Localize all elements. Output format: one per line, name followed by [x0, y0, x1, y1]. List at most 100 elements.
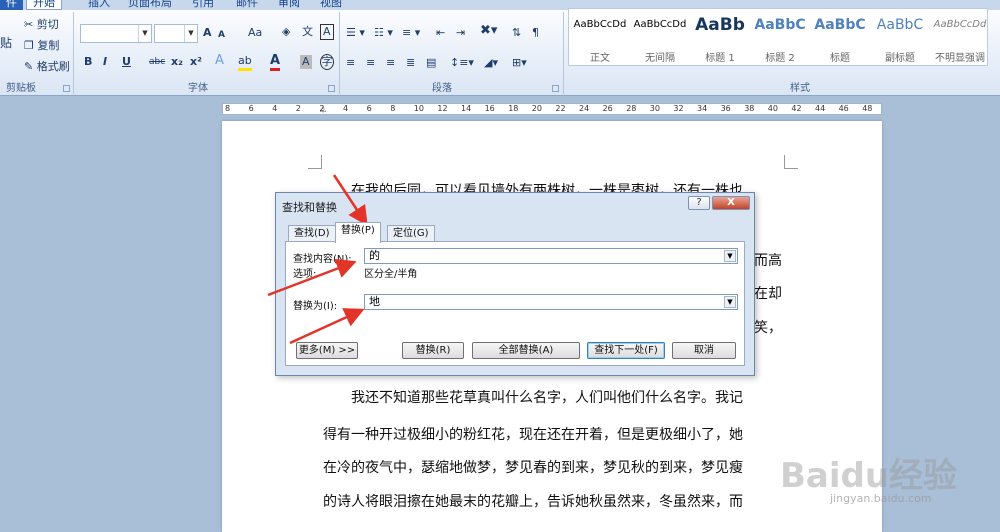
- line-spacing-icon[interactable]: ↕≡▾: [450, 56, 474, 70]
- format-painter-button[interactable]: ✎ 格式刷: [24, 60, 70, 74]
- scissors-icon: ✂: [24, 18, 34, 31]
- replace-with-input[interactable]: 地 ▼: [364, 294, 738, 310]
- align-right-icon[interactable]: ≡: [386, 56, 395, 70]
- tab-replace[interactable]: 替换(P): [335, 222, 381, 243]
- horizontal-ruler[interactable]: 8 6 4 2 2 4 6 8 10 12 14 16 18 20 22 24 26 28 30 32 34 36 38 40…: [222, 103, 882, 115]
- font-launcher-icon[interactable]: [328, 85, 335, 92]
- clipboard-launcher-icon[interactable]: [63, 85, 70, 92]
- enclose-char-icon[interactable]: 字: [320, 54, 334, 70]
- sort-icon[interactable]: ⇅: [512, 26, 521, 40]
- doc-line: 在冷的夜气中，瑟缩地做梦，梦见春的到来，梦见秋的到来，梦见瘦: [323, 460, 743, 476]
- replace-all-button[interactable]: 全部替换(A): [472, 342, 580, 359]
- underline-button[interactable]: U: [122, 55, 131, 69]
- highlight-icon[interactable]: ab: [238, 54, 252, 71]
- grow-font-button[interactable]: A: [203, 26, 212, 40]
- style-preview: AaBbCcDd: [633, 19, 687, 30]
- baidu-watermark: Baidu经验 jingyan.baidu.com: [780, 448, 990, 518]
- tab-file[interactable]: 件: [0, 0, 23, 10]
- chinese-layout-icon[interactable]: ✖▾: [480, 24, 497, 38]
- indent-marker-icon[interactable]: ⏃: [319, 104, 327, 115]
- style-heading1[interactable]: AaBb 标题 1: [691, 11, 749, 64]
- ruler-number: 44: [815, 104, 826, 113]
- style-no-spacing[interactable]: AaBbCcDd 无间隔: [631, 11, 689, 64]
- ruler-number: 18: [508, 104, 519, 113]
- font-name-combo[interactable]: ▼: [80, 24, 152, 43]
- paste-button[interactable]: 贴: [0, 36, 12, 50]
- tab-find[interactable]: 查找(D): [288, 225, 336, 242]
- tab-insert[interactable]: 插入: [88, 0, 110, 10]
- multilevel-list-icon[interactable]: ≡ ▾: [402, 26, 420, 40]
- help-button[interactable]: ?: [688, 196, 710, 210]
- italic-button[interactable]: I: [103, 55, 107, 69]
- borders-icon[interactable]: ⊞▾: [512, 56, 527, 70]
- bold-button[interactable]: B: [84, 55, 92, 69]
- decrease-indent-icon[interactable]: ⇤: [436, 26, 445, 40]
- char-shading-icon[interactable]: A: [300, 55, 312, 69]
- style-name: 副标题: [885, 53, 915, 64]
- style-preview: AaBbC: [876, 17, 924, 33]
- style-title[interactable]: AaBbC 标题: [811, 11, 869, 64]
- chevron-down-icon[interactable]: ▼: [724, 250, 736, 262]
- style-preview: AaBbCcDd: [573, 19, 627, 30]
- doc-line: 得有一种开过极细小的粉红花，现在还在开着，但是更极细小了，她: [323, 427, 743, 443]
- show-marks-icon[interactable]: ¶: [532, 26, 539, 40]
- char-border-icon[interactable]: A: [320, 24, 334, 40]
- style-heading2[interactable]: AaBbC 标题 2: [751, 11, 809, 64]
- close-button[interactable]: X: [712, 196, 750, 210]
- find-what-label: 查找内容(N):: [293, 254, 352, 265]
- more-button[interactable]: 更多(M) >>: [296, 342, 358, 359]
- tab-references[interactable]: 引用: [192, 0, 214, 10]
- font-color-button[interactable]: A: [270, 54, 281, 71]
- increase-indent-icon[interactable]: ⇥: [456, 26, 465, 40]
- paragraph-launcher-icon[interactable]: [552, 85, 559, 92]
- subscript-button[interactable]: x₂: [171, 55, 183, 69]
- brush-icon: ✎: [24, 60, 34, 73]
- tab-page-layout[interactable]: 页面布局: [128, 0, 172, 10]
- justify-icon[interactable]: ≣: [406, 56, 415, 70]
- strikethrough-button[interactable]: abc: [149, 55, 165, 69]
- ruler-number: 46: [838, 104, 849, 113]
- cancel-button[interactable]: 取消: [672, 342, 736, 359]
- text-effect-icon[interactable]: A: [215, 54, 224, 68]
- shading-icon[interactable]: ◢▾: [484, 56, 498, 70]
- ruler-number: 10: [413, 104, 424, 113]
- distributed-icon[interactable]: ▤: [426, 56, 436, 70]
- numbering-icon[interactable]: ☷ ▾: [374, 26, 393, 40]
- doc-line: 在却: [754, 286, 782, 302]
- superscript-button[interactable]: x²: [190, 55, 202, 69]
- change-case-button[interactable]: Aa: [248, 26, 262, 40]
- align-center-icon[interactable]: ≡: [366, 56, 375, 70]
- replace-with-label: 替换为(I):: [293, 301, 338, 312]
- tab-home[interactable]: 开始: [26, 0, 62, 10]
- doc-line: 我还不知道那些花草真叫什么名字，人们叫他们什么名字。我记: [351, 390, 743, 406]
- cut-button[interactable]: ✂ 剪切: [24, 18, 59, 32]
- style-subtle-emphasis[interactable]: AaBbCcDd 不明显强调: [931, 11, 989, 64]
- style-name: 标题 2: [765, 53, 795, 64]
- tab-mailings[interactable]: 邮件: [236, 0, 258, 10]
- style-subtitle[interactable]: AaBbC 副标题: [871, 11, 929, 64]
- replace-button[interactable]: 替换(R): [402, 342, 464, 359]
- ruler-number: 40: [767, 104, 778, 113]
- style-normal[interactable]: AaBbCcDd 正文: [571, 11, 629, 64]
- ruler-number: 12: [437, 104, 448, 113]
- find-replace-dialog: 查找和替换 ? X 查找(D) 替换(P) 定位(G) 查找内容(N): 的 ▼ …: [275, 192, 755, 376]
- phonetic-icon[interactable]: 文: [302, 25, 313, 39]
- font-size-combo[interactable]: ▼: [154, 24, 198, 43]
- tab-view[interactable]: 视图: [320, 0, 342, 10]
- tab-goto[interactable]: 定位(G): [387, 225, 435, 242]
- copy-button[interactable]: ❐ 复制: [24, 39, 59, 53]
- shrink-font-button[interactable]: A: [218, 28, 225, 42]
- ruler-number: 8: [225, 104, 231, 113]
- find-what-value: 的: [369, 249, 380, 262]
- clear-format-icon[interactable]: ◈: [282, 25, 290, 39]
- align-left-icon[interactable]: ≡: [346, 56, 355, 70]
- chevron-down-icon[interactable]: ▼: [724, 296, 736, 308]
- ruler-number: 24: [579, 104, 590, 113]
- bullets-icon[interactable]: ☰ ▾: [346, 26, 365, 40]
- style-name: 标题: [830, 53, 850, 64]
- margin-corner: [308, 155, 322, 169]
- find-what-input[interactable]: 的 ▼: [364, 248, 738, 264]
- find-next-button[interactable]: 查找下一处(F): [587, 342, 665, 359]
- tab-review[interactable]: 审阅: [278, 0, 300, 10]
- style-name: 标题 1: [705, 53, 735, 64]
